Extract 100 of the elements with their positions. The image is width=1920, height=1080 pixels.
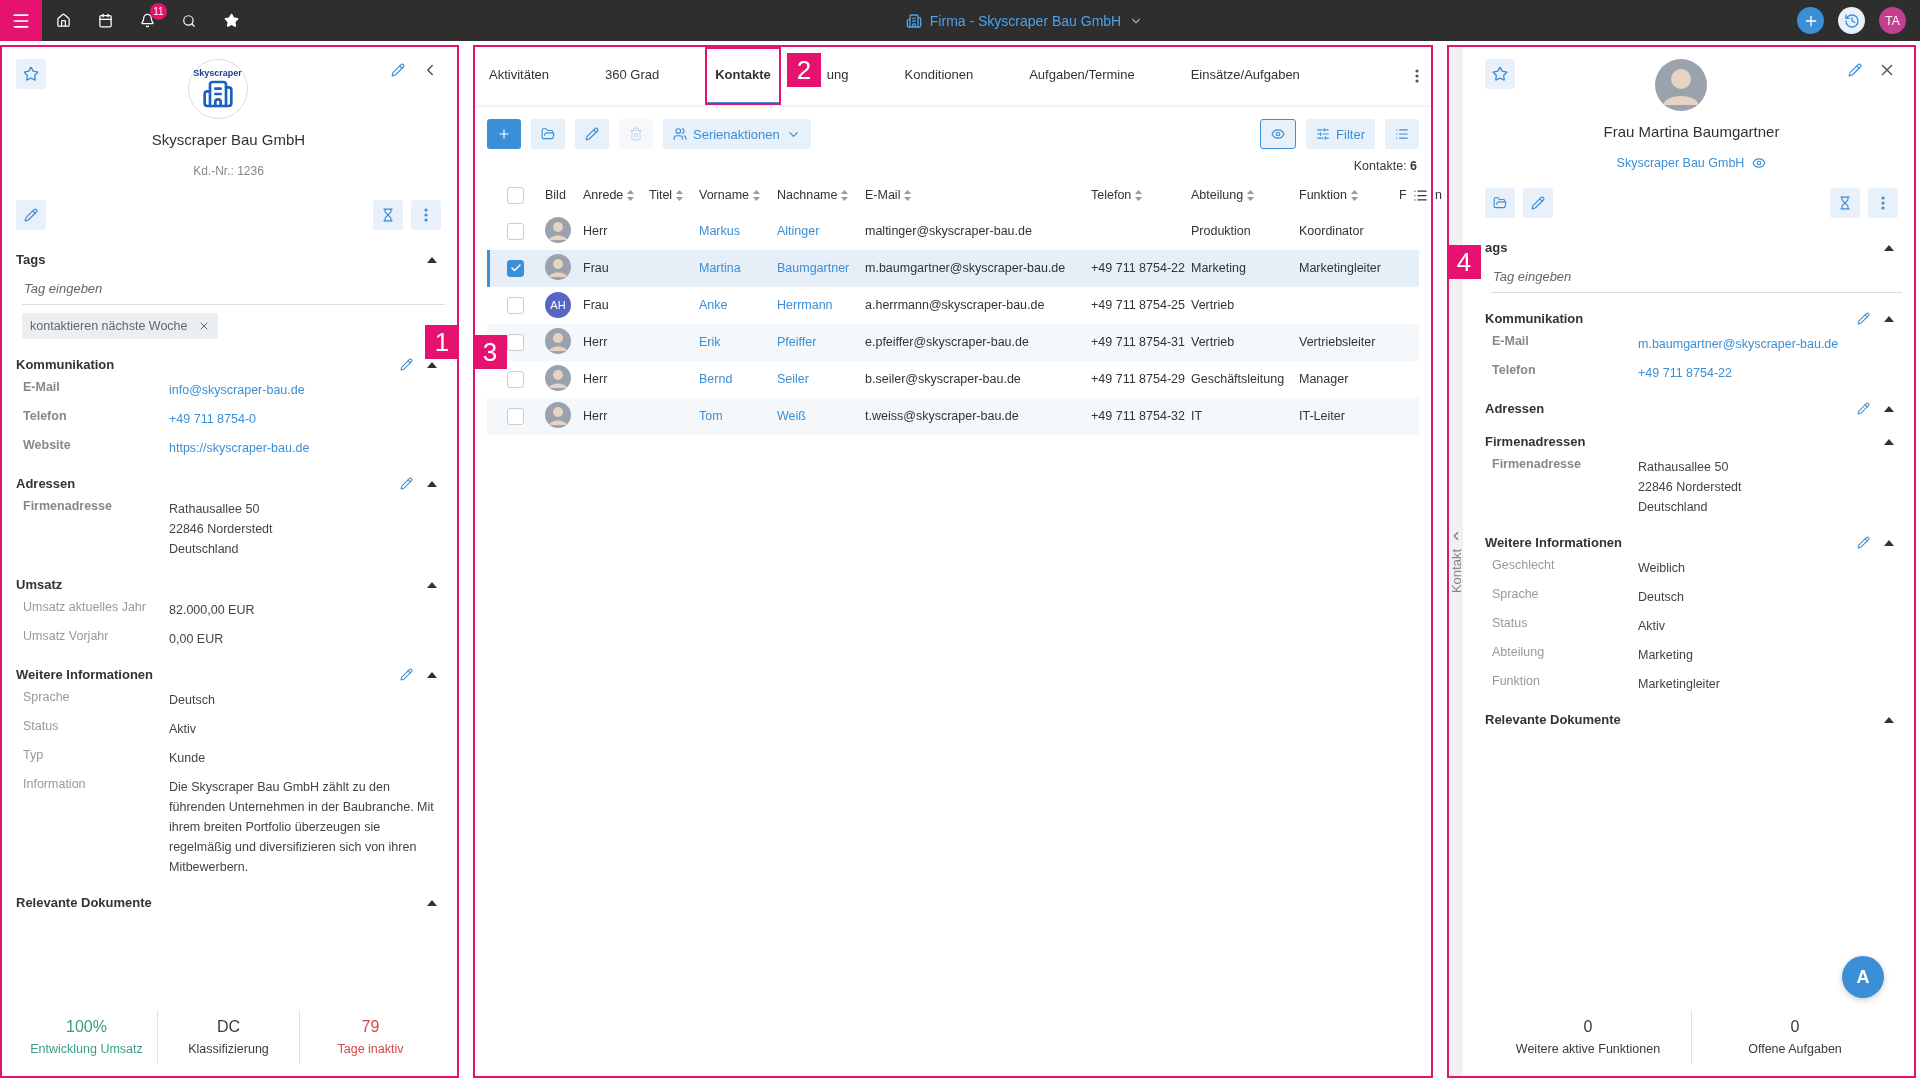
collapse-caret-icon[interactable]	[427, 256, 437, 263]
column-header[interactable]: n	[1435, 188, 1442, 202]
list-button[interactable]	[1385, 119, 1419, 149]
column-header[interactable]: F	[1399, 188, 1407, 202]
people-icon	[673, 127, 687, 141]
history-button[interactable]	[1838, 7, 1865, 34]
side-tab-label[interactable]: Kontakt	[1448, 549, 1464, 594]
collapse-caret-icon[interactable]	[1884, 438, 1894, 445]
field-value: Kunde	[169, 750, 207, 767]
column-header[interactable]: Nachname	[777, 188, 849, 202]
column-menu-icon[interactable]	[1413, 187, 1428, 203]
field-link[interactable]: +49 711 8754-0	[169, 409, 441, 429]
collapse-caret-icon[interactable]	[1884, 716, 1894, 723]
row-checkbox[interactable]	[507, 259, 524, 277]
row-checkbox[interactable]	[507, 222, 524, 240]
column-header[interactable]: Anrede	[583, 188, 635, 202]
name-link[interactable]: Markus	[699, 224, 740, 238]
record-title-button[interactable]: Firma - Skyscraper Bau GmbH	[901, 8, 1148, 33]
folder-button[interactable]	[1485, 188, 1515, 218]
row-checkbox[interactable]	[507, 370, 524, 388]
edit-icon[interactable]	[400, 477, 413, 490]
column-header[interactable]: Vorname	[699, 188, 761, 202]
collapse-caret-icon[interactable]	[427, 581, 437, 588]
row-checkbox[interactable]	[507, 333, 524, 351]
column-header[interactable]: Abteilung	[1191, 188, 1255, 202]
field-link[interactable]: m.baumgartner@skyscraper-bau.de	[1638, 334, 1898, 354]
name-link[interactable]: Pfeiffer	[777, 335, 817, 349]
name-link[interactable]: Bernd	[699, 372, 733, 386]
collapse-caret-icon[interactable]	[1884, 539, 1894, 546]
column-header[interactable]: E-Mail	[865, 188, 912, 202]
company-link[interactable]: Skyscraper Bau GmbH	[1616, 156, 1745, 170]
list-icon	[1395, 127, 1409, 141]
select-all-checkbox[interactable]	[507, 186, 524, 204]
edit-icon[interactable]	[400, 358, 413, 371]
name-link[interactable]: Erik	[699, 335, 721, 349]
view-button[interactable]	[1260, 119, 1297, 149]
collapse-caret-icon[interactable]	[427, 899, 437, 906]
tab[interactable]: Aufgaben/Termine	[1019, 47, 1145, 105]
collapse-caret-icon[interactable]	[1884, 405, 1894, 412]
add-button[interactable]	[1797, 7, 1824, 34]
favorite-button[interactable]	[1485, 59, 1515, 89]
field-link[interactable]: +49 711 8754-22	[1638, 363, 1898, 383]
row-checkbox[interactable]	[507, 407, 524, 425]
table-cell: Herr	[583, 409, 608, 423]
collapse-caret-icon[interactable]	[427, 480, 437, 487]
collapse-caret-icon[interactable]	[427, 671, 437, 678]
field-link[interactable]: https://skyscraper-bau.de	[169, 438, 441, 458]
field-value: Aktiv	[169, 721, 198, 738]
table-cell: Herr	[583, 372, 608, 386]
row-checkbox[interactable]	[507, 296, 524, 314]
tab[interactable]: Einsätze/Aufgaben	[1180, 47, 1310, 105]
edit-icon[interactable]	[1857, 536, 1870, 549]
edit-button[interactable]	[575, 119, 609, 149]
notifications-button[interactable]: 11	[126, 0, 168, 41]
column-header[interactable]: Funktion	[1299, 188, 1358, 202]
hourglass-button[interactable]	[373, 200, 403, 230]
collapse-caret-icon[interactable]	[1884, 315, 1894, 322]
name-link[interactable]: Weiß	[777, 409, 806, 423]
collapse-caret-icon[interactable]	[1884, 244, 1894, 251]
pencil-icon	[391, 63, 405, 77]
eye-icon[interactable]	[1752, 156, 1767, 170]
favorite-button[interactable]	[16, 59, 46, 89]
edit-button[interactable]	[1523, 188, 1553, 218]
column-header[interactable]: Telefon	[1091, 188, 1143, 202]
name-link[interactable]: Herrmann	[777, 298, 833, 312]
filter-button[interactable]: Filter	[1306, 119, 1375, 149]
table-row[interactable]: Frau Martina Baumgartner m.baumgartner@skyscraper-bau.de +49 711 8754-22 Marketing Marketingleiter	[487, 250, 1419, 287]
name-link[interactable]: Anke	[699, 298, 728, 312]
user-avatar[interactable]: TA	[1879, 7, 1906, 34]
edit-icon[interactable]	[1857, 402, 1870, 415]
field-link[interactable]: info@skyscraper-bau.de	[169, 380, 441, 400]
folder-icon	[541, 127, 555, 141]
field-label: Website	[23, 438, 72, 454]
edit-icon[interactable]	[1857, 312, 1870, 325]
check-icon	[509, 262, 522, 274]
field-value: Die Skyscraper Bau GmbH zählt zu den führenden Unternehmen in der Baubranche. Mit ihrem breiten Portfolio überzeugen sie regelmäßig und diversifizieren sich von ihren Mitbewerbern.	[169, 779, 435, 876]
table-cell: Marketing	[1191, 261, 1246, 275]
name-link[interactable]: Altinger	[777, 224, 820, 238]
hourglass-button[interactable]	[1830, 188, 1860, 218]
field-value: Aktiv	[1638, 618, 1667, 635]
tab[interactable]: 360 Grad	[595, 47, 670, 105]
tab[interactable]: Kontakte	[705, 47, 781, 105]
section-title: Umsatz	[16, 577, 64, 592]
edit-icon[interactable]	[400, 668, 413, 681]
name-link[interactable]: Martina	[699, 261, 741, 275]
collapse-caret-icon[interactable]	[427, 361, 437, 368]
edit-button[interactable]	[16, 200, 46, 230]
table-row[interactable]: Herr Tom Weiß t.weiss@skyscraper-bau.de +49 711 8754-32 IT IT-Leiter	[487, 398, 1419, 435]
tag-chip[interactable]: kontaktieren nächste Woche	[22, 313, 218, 339]
tab[interactable]: Aktivitäten	[479, 47, 559, 105]
series-button[interactable]: Serienaktionen	[663, 119, 811, 149]
column-header[interactable]: Bild	[545, 188, 566, 202]
column-header[interactable]: Titel	[649, 188, 684, 202]
name-link[interactable]: Tom	[699, 409, 723, 423]
tab[interactable]: Konditionen	[894, 47, 984, 105]
assistant-button[interactable]: A	[1842, 956, 1884, 998]
folder-button[interactable]	[531, 119, 565, 149]
name-link[interactable]: Seiler	[777, 372, 809, 386]
pencil-icon	[585, 127, 599, 141]
name-link[interactable]: Baumgartner	[777, 261, 850, 275]
